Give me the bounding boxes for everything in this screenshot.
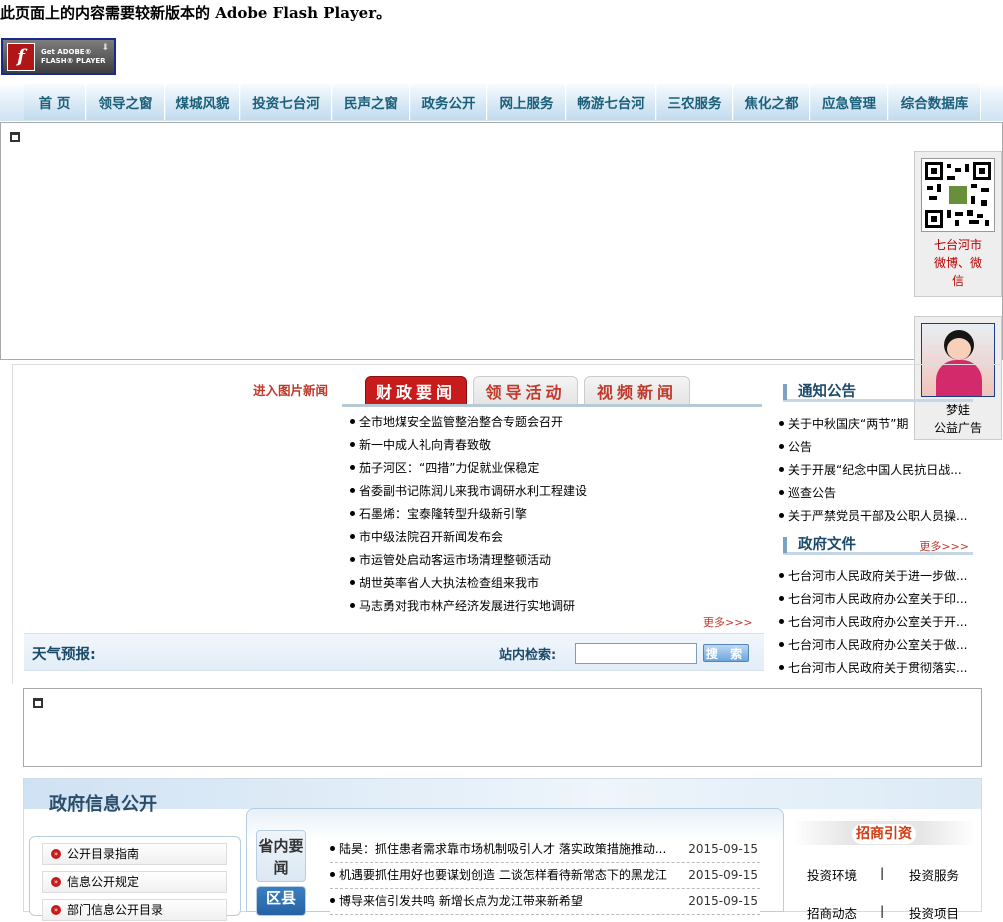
search-button[interactable]: 搜 索 <box>703 644 749 662</box>
gov-docs-header: 政府文件 更多>>> <box>783 533 973 555</box>
main-nav: 首 页 领导之窗 煤城风貌 投资七台河 民声之窗 政务公开 网上服务 畅游七台河… <box>0 83 1003 121</box>
tab-video-news[interactable]: 视频新闻 <box>584 376 690 406</box>
flash-notice: 此页面上的内容需要较新版本的 Adobe Flash Player。 <box>0 4 392 22</box>
picture-news-link[interactable]: 进入图片新闻 <box>253 380 328 399</box>
missing-plugin-icon <box>33 698 43 708</box>
gov-docs-more-link[interactable]: 更多>>> <box>919 538 969 554</box>
news-item[interactable]: 市运管处启动客运市场清理整顿活动 <box>350 549 760 572</box>
get-flash-player-button[interactable]: f Get ADOBE® FLASH® PLAYER ⬇ <box>1 38 116 75</box>
tab-leader-activity[interactable]: 领导活动 <box>473 376 578 406</box>
weibo-caption: 七台河市 微博、微 信 <box>933 238 982 288</box>
notice-item[interactable]: 公告 <box>779 438 969 455</box>
flash-button-text: Get ADOBE® FLASH® PLAYER <box>41 47 106 65</box>
menu-item-catalog-guide[interactable]: » 公开目录指南 <box>42 843 227 865</box>
province-news-item[interactable]: 机遇要抓住用好也要谋划创造 二谈怎样看待新常态下的黑龙江 2015-09-15 <box>330 863 760 889</box>
arrow-bullet-icon: » <box>51 849 61 859</box>
notice-title: 通知公告 <box>798 384 856 400</box>
province-news-item[interactable]: 陆昊：抓住患者需求靠市场机制吸引人才 落实政策措施推动... 2015-09-15 <box>330 837 760 863</box>
menu-item-disclosure-rules[interactable]: » 信息公开规定 <box>42 871 227 893</box>
notice-header: 通知公告 <box>783 380 973 402</box>
tab-province-news[interactable]: 省内要闻 <box>256 830 306 882</box>
qr-code-icon <box>921 158 995 232</box>
arrow-bullet-icon: » <box>51 877 61 887</box>
invest-env-link[interactable]: 投资环境 <box>807 865 857 884</box>
news-item[interactable]: 石墨烯：宝泰隆转型升级新引擎 <box>350 503 760 526</box>
news-item[interactable]: 茄子河区：“四措”力促就业保稳定 <box>350 457 760 480</box>
notice-item[interactable]: 巡查公告 <box>779 484 969 501</box>
notice-item[interactable]: 关于严禁党员干部及公职人员操... <box>779 507 969 524</box>
news-list: 全市地煤安全监管整治整合专题会召开 新一中成人礼向青春致敬 茄子河区：“四措”力… <box>350 411 760 618</box>
nav-emergency[interactable]: 应急管理 <box>811 84 888 120</box>
invest-separator: | <box>880 903 885 918</box>
gov-doc-item[interactable]: 七台河市人民政府办公室关于做... <box>779 636 969 653</box>
weather-label: 天气预报: <box>32 647 96 663</box>
invest-title: 招商引资 <box>852 824 916 844</box>
invest-projects-link[interactable]: 投资项目 <box>909 903 959 922</box>
search-input[interactable] <box>575 643 697 664</box>
arrow-bullet-icon: » <box>51 905 61 915</box>
nav-online-service[interactable]: 网上服务 <box>488 84 566 120</box>
gov-doc-item[interactable]: 七台河市人民政府关于进一步做... <box>779 567 969 584</box>
invest-news-link[interactable]: 招商动态 <box>807 903 857 922</box>
invest-separator: | <box>880 865 885 880</box>
flash-banner <box>0 122 1003 360</box>
nav-invest[interactable]: 投资七台河 <box>241 84 332 120</box>
tab-underline <box>342 404 762 407</box>
nav-city-view[interactable]: 煤城风貌 <box>166 84 240 120</box>
invest-service-link[interactable]: 投资服务 <box>909 865 959 884</box>
nav-home[interactable]: 首 页 <box>24 84 86 120</box>
tab-finance-news[interactable]: 财政要闻 <box>365 376 467 406</box>
missing-plugin-icon <box>10 132 20 142</box>
gov-doc-item[interactable]: 七台河市人民政府办公室关于印... <box>779 590 969 607</box>
nav-agriculture[interactable]: 三农服务 <box>657 84 733 120</box>
nav-database[interactable]: 综合数据库 <box>889 84 981 120</box>
news-item[interactable]: 省委副书记陈润儿来我市调研水利工程建设 <box>350 480 760 503</box>
gov-docs-title: 政府文件 <box>798 537 856 553</box>
news-item[interactable]: 市中级法院召开新闻发布会 <box>350 526 760 549</box>
nav-public-voice[interactable]: 民声之窗 <box>333 84 410 120</box>
news-tabs: 财政要闻 领导活动 视频新闻 <box>342 374 762 408</box>
notice-item[interactable]: 关于中秋国庆“两节”期 <box>779 415 915 432</box>
flash-player-icon: f <box>7 42 35 71</box>
news-item[interactable]: 新一中成人礼向青春致敬 <box>350 434 760 457</box>
float-weibo-panel[interactable]: 七台河市 微博、微 信 <box>914 151 1002 297</box>
notice-item[interactable]: 关于开展“纪念中国人民抗日战... <box>779 461 969 478</box>
flash-banner-2 <box>23 688 982 767</box>
nav-travel[interactable]: 畅游七台河 <box>567 84 656 120</box>
province-news-item[interactable]: 博导来信引发共鸣 新增长点为龙江带来新希望 2015-09-15 <box>330 889 760 915</box>
search-label: 站内检索: <box>499 648 557 663</box>
news-item[interactable]: 胡世英率省人大执法检查组来我市 <box>350 572 760 595</box>
gov-doc-item[interactable]: 七台河市人民政府办公室关于开... <box>779 613 969 630</box>
download-arrow-icon: ⬇ <box>101 43 109 53</box>
nav-leaders[interactable]: 领导之窗 <box>87 84 165 120</box>
info-public-title: 政府信息公开 <box>49 794 157 815</box>
nav-coking[interactable]: 焦化之都 <box>734 84 810 120</box>
news-item[interactable]: 马志勇对我市林产经济发展进行实地调研 <box>350 595 760 618</box>
menu-item-department-catalog[interactable]: » 部门信息公开目录 <box>42 899 227 921</box>
nav-gov-affairs[interactable]: 政务公开 <box>411 84 487 120</box>
info-public-header <box>24 779 981 809</box>
gov-doc-item[interactable]: 七台河市人民政府关于贯彻落实... <box>779 659 969 676</box>
news-more-link[interactable]: 更多>>> <box>703 614 753 630</box>
news-item[interactable]: 全市地煤安全监管整治整合专题会召开 <box>350 411 760 434</box>
